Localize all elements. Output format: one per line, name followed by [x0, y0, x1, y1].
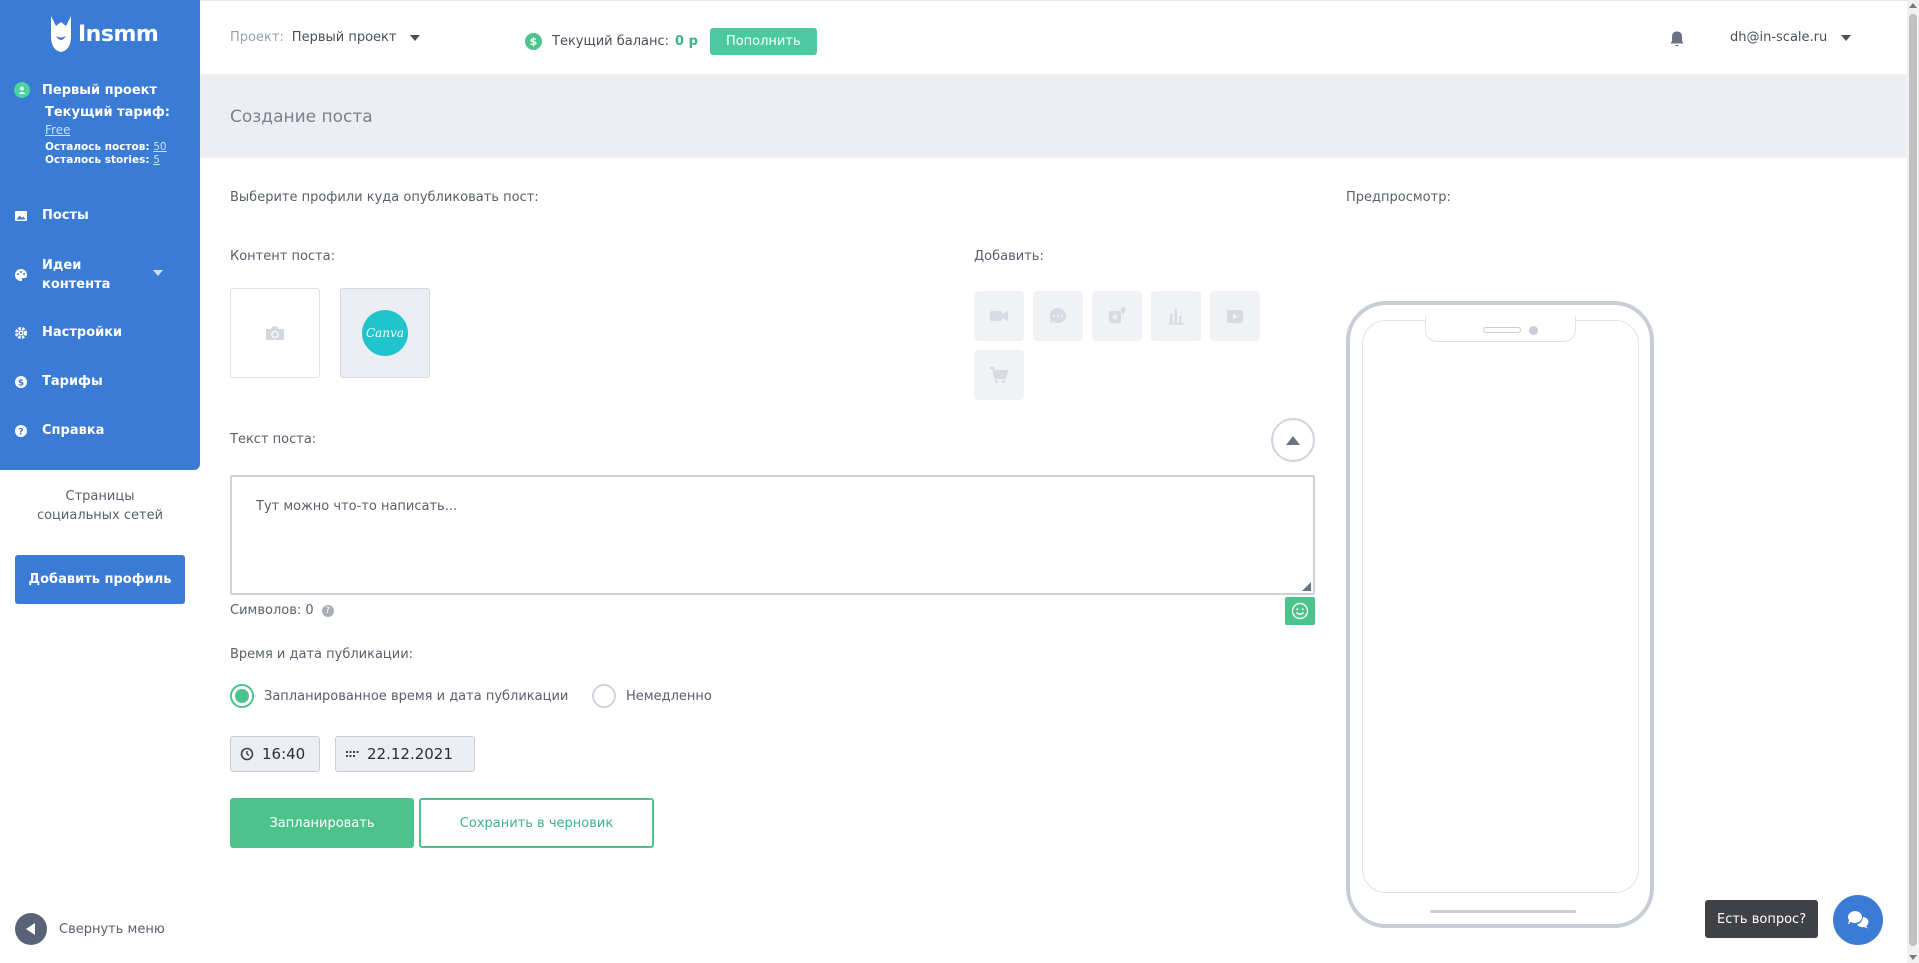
- chat-icon: [1847, 911, 1869, 929]
- camera-icon: [266, 326, 284, 340]
- add-product-button[interactable]: [974, 350, 1024, 400]
- help-icon[interactable]: ?: [321, 604, 334, 617]
- chevron-down-icon[interactable]: [153, 270, 163, 276]
- phone-speaker: [1483, 327, 1521, 333]
- project-selector[interactable]: Проект: Первый проект: [230, 30, 421, 45]
- palette-icon: [15, 269, 27, 281]
- char-count: Символов: 0 ?: [230, 603, 334, 618]
- phone-home-bar: [1430, 910, 1576, 913]
- user-email: dh@in-scale.ru: [1730, 30, 1828, 45]
- dollar-icon: $: [15, 375, 27, 388]
- canva-button[interactable]: Canva: [340, 288, 430, 378]
- project-selector-value: Первый проект: [291, 30, 397, 45]
- title-bar: Создание поста: [200, 74, 1907, 158]
- comment-icon: [1049, 308, 1067, 324]
- add-profile-button[interactable]: Добавить профиль: [15, 555, 185, 604]
- scroll-down-arrow[interactable]: [1909, 955, 1917, 960]
- save-draft-button[interactable]: Сохранить в черновик: [419, 798, 654, 848]
- add-video-button[interactable]: [974, 291, 1024, 341]
- sidebar-project-name[interactable]: Первый проект: [42, 83, 157, 98]
- user-menu[interactable]: dh@in-scale.ru: [1730, 30, 1852, 45]
- logo[interactable]: Insmm: [48, 14, 159, 54]
- collapse-up-button[interactable]: [1271, 418, 1315, 462]
- collapse-menu-button[interactable]: Свернуть меню: [15, 913, 165, 945]
- chevron-down-icon: [1841, 34, 1852, 41]
- calendar-icon: [346, 751, 359, 757]
- logo-icon: [51, 16, 71, 52]
- choose-profiles-label: Выберите профили куда опубликовать пост:: [230, 190, 539, 205]
- radio-scheduled[interactable]: [230, 684, 254, 708]
- sidebar-item-help[interactable]: ? Справка: [14, 423, 104, 438]
- add-label: Добавить:: [974, 249, 1044, 264]
- scroll-up-arrow[interactable]: [1909, 3, 1917, 8]
- smile-icon: [1291, 602, 1309, 620]
- radio-now[interactable]: [592, 684, 616, 708]
- balance: $ Текущий баланс: 0 р Пополнить: [525, 28, 817, 55]
- date-input[interactable]: 22.12.2021: [335, 736, 475, 772]
- dollar-icon: $: [525, 33, 542, 50]
- add-comment-button[interactable]: [1033, 291, 1083, 341]
- add-youtube-button[interactable]: [1210, 291, 1260, 341]
- text-label: Текст поста:: [230, 432, 317, 447]
- radio-now-label[interactable]: Немедленно: [626, 689, 712, 704]
- location-icon: [1109, 307, 1126, 323]
- tariff-value-link[interactable]: Free: [45, 123, 194, 137]
- sidebar-item-content-ideas[interactable]: Идеи контента: [14, 256, 122, 294]
- content-label: Контент поста:: [230, 249, 335, 264]
- chat-bubble[interactable]: Есть вопрос?: [1705, 900, 1819, 938]
- time-input[interactable]: 16:40: [230, 736, 320, 772]
- scrollbar[interactable]: [1907, 0, 1919, 963]
- svg-text:$: $: [18, 378, 24, 388]
- balance-label: Текущий баланс:: [552, 34, 670, 49]
- gear-icon: [15, 326, 27, 339]
- youtube-icon: [1227, 310, 1243, 323]
- image-icon: [15, 210, 27, 221]
- add-location-button[interactable]: [1092, 291, 1142, 341]
- svg-text:?: ?: [18, 427, 23, 437]
- sidebar: Insmm Первый проект Текущий тариф: Free …: [0, 0, 200, 470]
- user-icon: [14, 82, 30, 98]
- add-poll-button[interactable]: [1151, 291, 1201, 341]
- social-pages-heading: Страницы социальных сетей: [36, 489, 164, 523]
- cart-icon: [990, 367, 1009, 383]
- upload-photo-button[interactable]: [230, 288, 320, 378]
- emoji-button[interactable]: [1285, 597, 1315, 625]
- top-header: Проект: Первый проект $ Текущий баланс: 0…: [200, 0, 1907, 74]
- question-icon: ?: [15, 424, 27, 437]
- page-title: Создание поста: [230, 107, 373, 127]
- preview-label: Предпросмотр:: [1346, 190, 1451, 205]
- phone-camera: [1529, 326, 1538, 335]
- bar-chart-icon: [1168, 309, 1184, 325]
- logo-text: Insmm: [78, 21, 159, 47]
- sidebar-item-tariffs[interactable]: $ Тарифы: [14, 374, 103, 389]
- project-info: Первый проект Текущий тариф: Free Остало…: [14, 82, 194, 166]
- bell-icon[interactable]: [1669, 30, 1685, 48]
- chevron-up-icon: [1286, 435, 1300, 445]
- resize-handle[interactable]: [1302, 582, 1311, 591]
- sidebar-item-settings[interactable]: Настройки: [14, 325, 122, 340]
- radio-scheduled-label[interactable]: Запланированное время и дата публикации: [264, 689, 568, 704]
- chevron-down-icon: [410, 34, 421, 41]
- topup-button[interactable]: Пополнить: [709, 28, 817, 55]
- stories-left-link[interactable]: 5: [153, 154, 160, 166]
- phone-screen: [1362, 320, 1639, 893]
- balance-value: 0 р: [675, 34, 698, 49]
- chevron-left-icon: [15, 913, 47, 945]
- canva-logo-icon: Canva: [362, 310, 408, 356]
- video-icon: [990, 311, 1008, 321]
- scroll-thumb[interactable]: [1909, 14, 1917, 946]
- sidebar-item-posts[interactable]: Посты: [14, 208, 89, 223]
- schedule-button[interactable]: Запланировать: [230, 798, 414, 848]
- time-label: Время и дата публикации:: [230, 647, 414, 662]
- stories-left: Осталось stories: 5: [45, 154, 160, 166]
- tariff-label: Текущий тариф:: [45, 105, 170, 120]
- app-root: Insmm Первый проект Текущий тариф: Free …: [0, 0, 1919, 963]
- chat-button[interactable]: [1833, 895, 1883, 945]
- posts-left-link[interactable]: 50: [153, 141, 166, 153]
- clock-icon: [240, 747, 254, 761]
- post-text-input[interactable]: [230, 475, 1315, 595]
- posts-left: Осталось постов: 50: [45, 141, 167, 153]
- phone-preview: [1346, 301, 1654, 928]
